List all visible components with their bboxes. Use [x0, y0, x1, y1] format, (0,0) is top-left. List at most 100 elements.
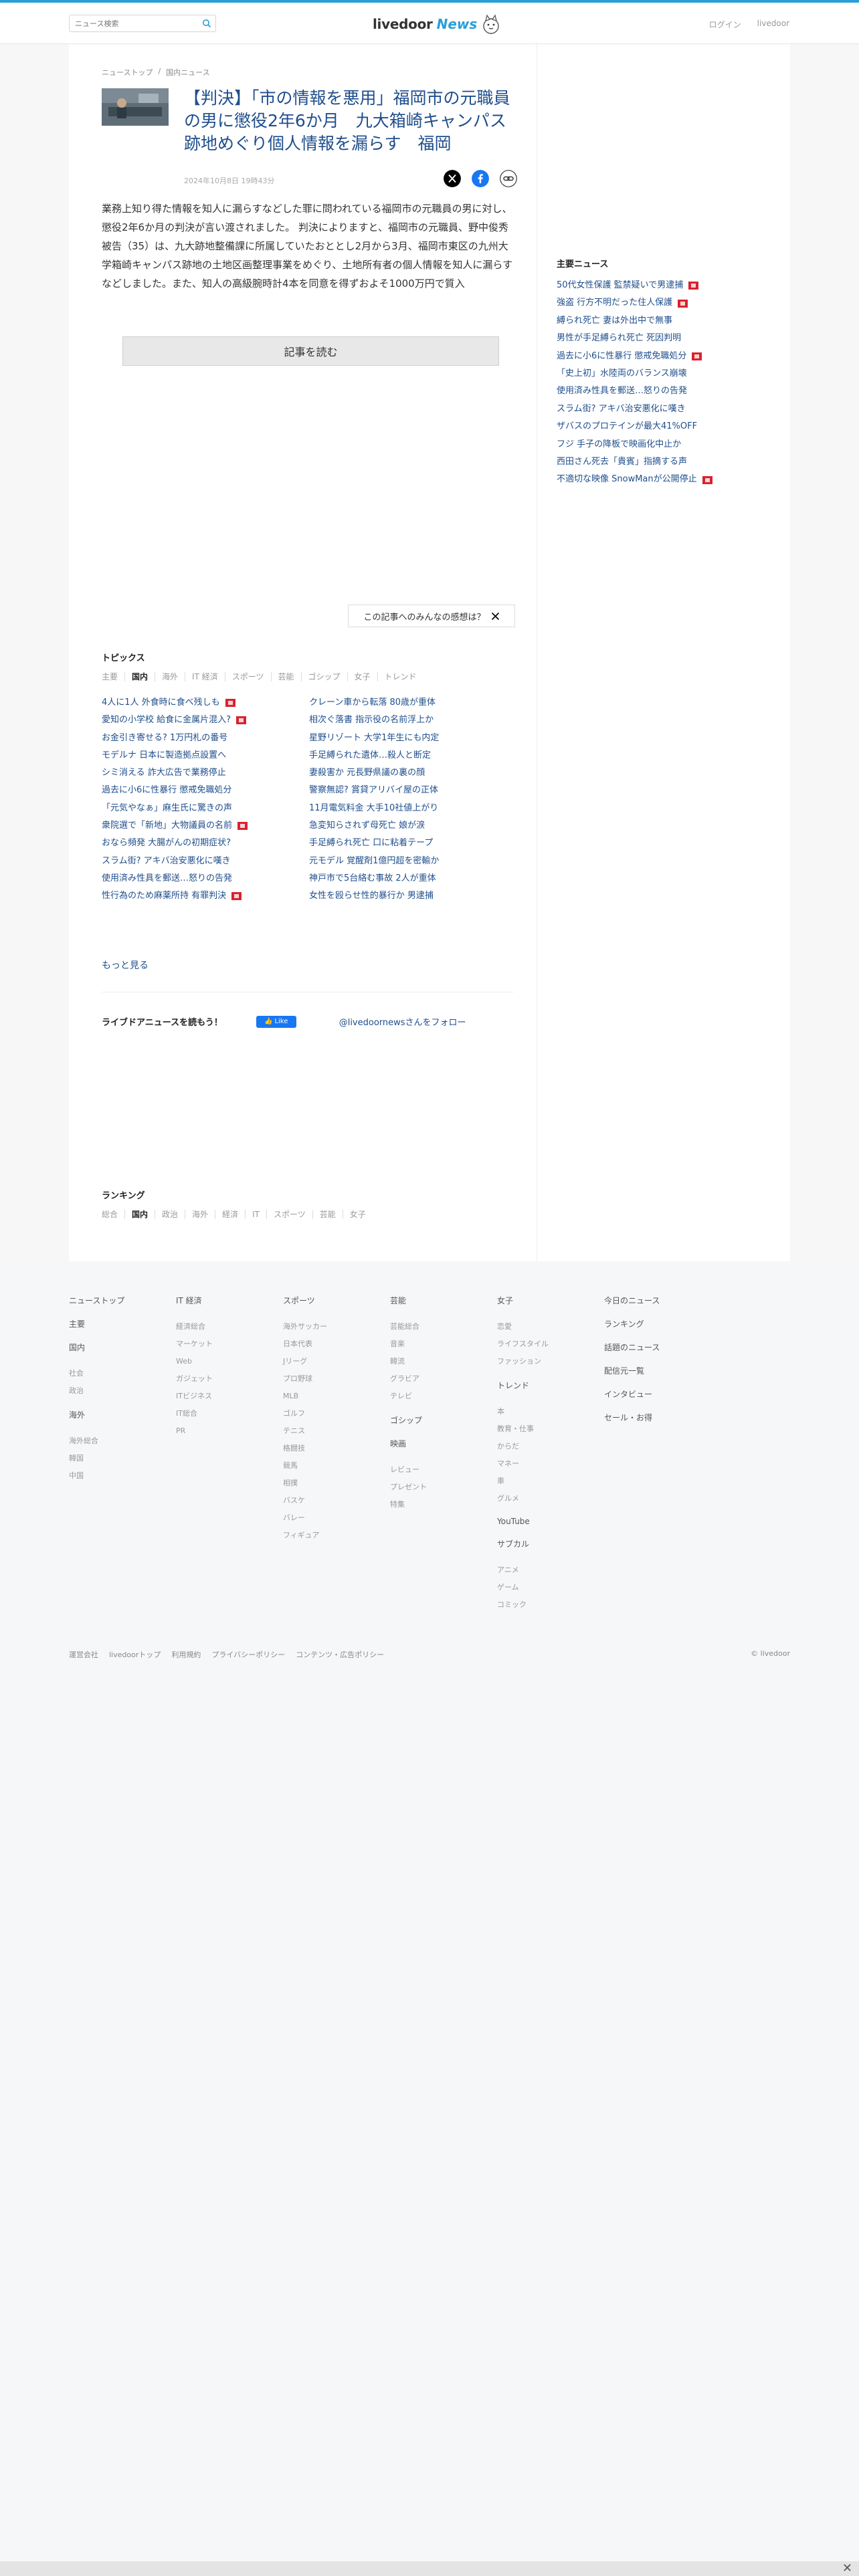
footer-link[interactable]: グルメ [497, 1490, 591, 1507]
more-topics-link[interactable]: もっと見る [102, 958, 149, 972]
footer-link[interactable]: 特集 [390, 1496, 484, 1513]
footer-column-head[interactable]: 女子 [497, 1295, 591, 1306]
footer-link[interactable]: 海外総合 [69, 1432, 163, 1450]
topic-item[interactable]: 性行為のため麻薬所持 有罪判決 [102, 887, 309, 905]
footer-link[interactable]: 格闘技 [283, 1440, 377, 1457]
topic-item[interactable]: 警察無認? 賞貸アリバイ屋の正体 [309, 782, 514, 799]
footer-bottom-link[interactable]: livedoorトップ [109, 1649, 161, 1660]
footer-link[interactable]: 芸能総合 [390, 1318, 484, 1335]
livedoor-link[interactable]: livedoor [757, 19, 789, 30]
topic-item[interactable]: スラム街? アキバ治安悪化に嘆き [102, 853, 309, 870]
footer-group-title[interactable]: 国内 [69, 1341, 163, 1353]
footer-link[interactable]: ライフスタイル [497, 1335, 591, 1353]
footer-column-head[interactable]: IT 経済 [176, 1295, 270, 1306]
footer-link[interactable]: 社会 [69, 1365, 163, 1382]
footer-link[interactable]: フィギュア [283, 1527, 377, 1544]
footer-link[interactable]: 中国 [69, 1467, 163, 1485]
breadcrumb-top[interactable]: ニューストップ [102, 67, 153, 78]
topic-item[interactable]: 愛知の小学校 給食に金属片混入? [102, 712, 309, 729]
opinion-button[interactable]: この記事へのみんなの感想は？ [348, 605, 515, 627]
sidebar-news-item[interactable]: 使用済み性具を郵送…怒りの告発 [557, 383, 771, 400]
ranking-tab[interactable]: 芸能 [312, 1210, 343, 1219]
sidebar-news-item[interactable]: 縛られ死亡 妻は外出中で無事 [557, 312, 771, 330]
footer-link[interactable]: 海外サッカー [283, 1318, 377, 1335]
topic-item[interactable]: お金引き寄せる? 1万円札の番号 [102, 730, 309, 747]
footer-group-title[interactable]: トレンド [497, 1380, 591, 1391]
topics-tab[interactable]: 国内 [124, 672, 155, 681]
footer-link[interactable]: ファッション [497, 1353, 591, 1370]
topic-item[interactable]: クレーン車から転落 80歳が重体 [309, 694, 514, 712]
sidebar-news-item[interactable]: スラム街? アキバ治安悪化に嘆き [557, 401, 771, 418]
sidebar-news-item[interactable]: 強盗 行方不明だった住人保護 [557, 294, 771, 312]
footer-link[interactable]: 競馬 [283, 1457, 377, 1475]
twitter-follow-link[interactable]: @livedoornewsさんをフォロー [339, 1015, 466, 1028]
facebook-like-button[interactable]: 👍 Like [256, 1015, 296, 1028]
footer-link[interactable]: テレビ [390, 1388, 484, 1405]
footer-link[interactable]: 韓流 [390, 1353, 484, 1370]
sidebar-news-item[interactable]: 不適切な映像 SnowManが公開停止 [557, 471, 771, 488]
x-share-icon[interactable] [444, 170, 461, 187]
search-icon[interactable] [202, 19, 211, 28]
footer-link[interactable]: Web [176, 1353, 270, 1370]
footer-group-title[interactable]: 海外 [69, 1409, 163, 1420]
footer-link[interactable]: プロ野球 [283, 1370, 377, 1388]
sidebar-news-item[interactable]: 過去に小6に性暴行 懲戒免職処分 [557, 348, 771, 365]
topic-item[interactable]: 手足縛られた遺体…殺人と断定 [309, 747, 514, 764]
footer-link[interactable]: MLB [283, 1388, 377, 1405]
footer-link[interactable]: 経済総合 [176, 1318, 270, 1335]
footer-link[interactable]: アニメ [497, 1562, 591, 1579]
footer-link[interactable]: 韓国 [69, 1450, 163, 1467]
login-link[interactable]: ログイン [709, 19, 741, 30]
footer-link[interactable]: 車 [497, 1473, 591, 1490]
footer-link[interactable]: マーケット [176, 1335, 270, 1353]
ranking-tab[interactable]: 政治 [155, 1210, 185, 1219]
topic-item[interactable]: 急変知らされず母死亡 娘が涙 [309, 817, 514, 835]
footer-bottom-link[interactable]: プライバシーポリシー [211, 1649, 285, 1660]
sidebar-news-item[interactable]: フジ 手子の降板で映画化中止か [557, 436, 771, 453]
footer-group-title[interactable]: セール・お得 [604, 1412, 698, 1423]
footer-link[interactable]: レビュー [390, 1461, 484, 1479]
article-thumbnail[interactable] [102, 88, 169, 126]
footer-link[interactable]: PR [176, 1422, 270, 1440]
sidebar-news-item[interactable]: 男性が手足縛られ死亡 死因判明 [557, 330, 771, 347]
topic-item[interactable]: モデルナ 日本に製造拠点設置へ [102, 747, 309, 764]
footer-link[interactable]: 政治 [69, 1382, 163, 1400]
ranking-tab[interactable]: 女子 [342, 1210, 373, 1219]
footer-group-title[interactable]: サブカル [497, 1538, 591, 1549]
footer-link[interactable]: 教育・仕事 [497, 1420, 591, 1438]
topic-item[interactable]: 過去に小6に性暴行 懲戒免職処分 [102, 782, 309, 799]
topic-item[interactable]: 使用済み性具を郵送…怒りの告発 [102, 870, 309, 887]
search-input[interactable] [75, 18, 195, 29]
ranking-tab[interactable]: 海外 [185, 1210, 215, 1219]
footer-group-title[interactable]: YouTube [497, 1517, 591, 1526]
topics-tab[interactable]: ゴシップ [300, 672, 347, 681]
ranking-tab[interactable]: スポーツ [266, 1210, 312, 1219]
footer-group-title[interactable]: ゴシップ [390, 1414, 484, 1426]
ranking-tab[interactable]: 国内 [124, 1210, 155, 1219]
footer-link[interactable]: テニス [283, 1422, 377, 1440]
topics-tab[interactable]: 芸能 [270, 672, 301, 681]
footer-group-title[interactable]: 映画 [390, 1438, 484, 1449]
footer-group-title[interactable]: ランキング [604, 1318, 698, 1329]
footer-column-head[interactable]: スポーツ [283, 1295, 377, 1306]
footer-column-head[interactable]: 今日のニュース [604, 1295, 698, 1306]
sidebar-news-item[interactable]: 西田さん死去「貴賓」指摘する声 [557, 453, 771, 471]
facebook-share-icon[interactable] [472, 170, 489, 187]
topic-item[interactable]: 「元気やなぁ」麻生氏に驚きの声 [102, 800, 309, 817]
site-logo[interactable]: livedoor News [373, 13, 501, 35]
footer-link[interactable]: ITビジネス [176, 1388, 270, 1405]
topic-item[interactable]: 相次ぐ落書 指示役の名前浮上か [309, 712, 514, 729]
footer-link[interactable]: 日本代表 [283, 1335, 377, 1353]
footer-column-head[interactable]: ニューストップ [69, 1295, 163, 1306]
read-article-button[interactable]: 記事を読む [122, 336, 499, 366]
sidebar-news-item[interactable]: 「史上初」水陸両のバランス崩壊 [557, 365, 771, 383]
footer-link[interactable]: マネー [497, 1455, 591, 1473]
footer-column-head[interactable]: 芸能 [390, 1295, 484, 1306]
footer-group-title[interactable]: 配信元一覧 [604, 1365, 698, 1376]
footer-link[interactable]: 恋愛 [497, 1318, 591, 1335]
topic-item[interactable]: 妻殺害か 元長野県議の裏の顔 [309, 764, 514, 782]
copy-link-icon[interactable] [500, 170, 517, 187]
topic-item[interactable]: 神戸市で5台絡む事故 2人が重体 [309, 870, 514, 887]
topics-tab[interactable]: 主要 [102, 672, 124, 681]
ranking-tab[interactable]: IT [245, 1210, 266, 1219]
